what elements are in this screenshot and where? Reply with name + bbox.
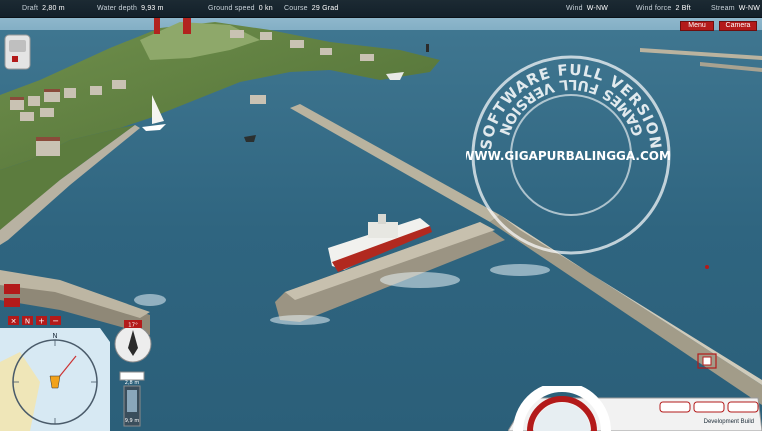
wind-force-value: 2 Bft (675, 5, 691, 12)
heading-value: 17° (128, 323, 138, 329)
throttle-center-button[interactable] (693, 401, 725, 413)
svg-text:−: − (52, 317, 59, 326)
course-value: 29 Grad (311, 5, 339, 12)
depth-bottom-value: 9,9 m (125, 418, 140, 424)
water-depth-value: 9,93 m (141, 5, 164, 12)
depth-ship-icon (119, 371, 145, 381)
water-depth-readout: Water depth 9,93 m (97, 5, 164, 12)
stream-value: W-NW (738, 5, 761, 12)
navigation-panel[interactable]: ✕ N + − N 17° 2,8 m 9,9 m (0, 282, 160, 431)
svg-text:+: + (38, 317, 45, 326)
wind-value: W-NW (586, 5, 609, 12)
hud-status-bar: Draft 2,80 m Water depth 9,93 m Ground spe… (0, 0, 762, 18)
ground-speed-value: 0 kn (258, 5, 273, 12)
menu-button[interactable]: Menu (680, 21, 714, 31)
north-up-label: N (25, 318, 30, 326)
throttle-starboard-button[interactable] (727, 401, 759, 413)
course-label: Course (284, 5, 308, 12)
draft-readout: Draft 2,80 m (22, 5, 65, 12)
throttle-port-button[interactable] (659, 401, 691, 413)
compass-north-label: N (52, 332, 57, 340)
development-build-label: Development Build (703, 419, 754, 425)
camera-button[interactable]: Camera (719, 21, 757, 31)
wind-force-label: Wind force (636, 5, 672, 12)
radio-icon[interactable] (4, 34, 31, 70)
ground-speed-label: Ground speed (208, 5, 255, 12)
depth-top-value: 2,8 m (125, 380, 140, 386)
stream-readout: Stream W-NW (711, 5, 760, 12)
svg-text:✕: ✕ (11, 318, 17, 326)
stream-label: Stream (711, 5, 735, 12)
wind-readout: Wind W-NW (566, 5, 608, 12)
minimap-toolbar: ✕ N + − (8, 316, 61, 326)
draft-label: Draft (22, 5, 39, 12)
draft-value: 2,80 m (42, 5, 65, 12)
ground-speed-readout: Ground speed 0 kn (208, 5, 273, 12)
wind-force-readout: Wind force 2 Bft (636, 5, 691, 12)
water-depth-label: Water depth (97, 5, 138, 12)
wind-label: Wind (566, 5, 583, 12)
minimap-toggle-button[interactable] (4, 284, 20, 294)
course-readout: Course 29 Grad (284, 5, 338, 12)
minimap-ship-button[interactable] (4, 298, 20, 307)
own-ship-icon (49, 375, 61, 389)
